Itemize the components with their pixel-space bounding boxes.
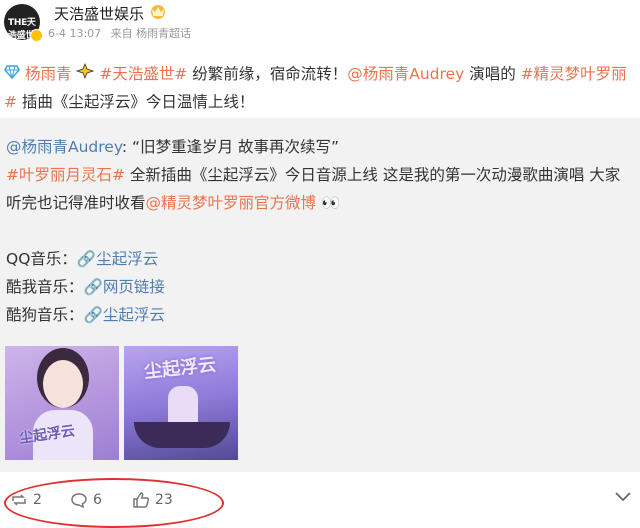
link-icon: 🔗 [83, 278, 103, 296]
link-icon: 🔗 [83, 306, 103, 324]
post-text-1: 纷繁前缘，宿命流转！ [187, 65, 348, 83]
mention-official[interactable]: @精灵梦叶罗丽官方微博 [146, 194, 317, 212]
qq-music-label: QQ音乐： [6, 250, 77, 268]
highlight-annotation [4, 478, 224, 528]
kugou-music-label: 酷狗音乐： [6, 306, 84, 324]
post-meta: 6-4 13:07 来自 杨雨青超话 [48, 25, 191, 41]
verified-badge-icon [30, 29, 43, 42]
sparkle-icon [76, 62, 95, 83]
kuwo-music-link[interactable]: 🔗网页链接 [84, 278, 165, 296]
qq-music-link-text: 尘起浮云 [96, 250, 159, 268]
kuwo-music-label: 酷我音乐： [6, 278, 84, 296]
mention-audrey[interactable]: @杨雨青Audrey [347, 65, 464, 83]
account-name[interactable]: 天浩盛世娱乐 [54, 3, 144, 24]
kuwo-music-link-text: 网页链接 [102, 278, 165, 296]
kugou-music-link[interactable]: 🔗尘起浮云 [84, 306, 165, 324]
post-text-2: 演唱的 [464, 65, 521, 83]
repost-mention[interactable]: @杨雨青Audrey [6, 138, 122, 156]
topic-link-tianhao[interactable]: #天浩盛世# [99, 65, 187, 83]
source-prefix: 来自 [110, 27, 133, 40]
repost-quote: : “旧梦重逢岁月 故事再次续写” [121, 138, 340, 156]
qq-music-link[interactable]: 🔗尘起浮云 [77, 250, 158, 268]
thumbnail-caption-2: 尘起浮云 [143, 354, 218, 383]
post-body: 杨雨青 #天浩盛世# 纷繁前缘，宿命流转！@杨雨青Audrey 演唱的 #精灵梦… [4, 60, 636, 116]
post-text-3: 插曲《尘起浮云》今日温情上线！ [17, 93, 255, 111]
chevron-down-icon[interactable] [614, 490, 632, 502]
crown-icon [151, 5, 165, 19]
post-time[interactable]: 6-4 13:07 [48, 27, 101, 40]
image-thumbnail-1[interactable]: 尘起浮云 [5, 346, 119, 460]
diamond-icon [4, 65, 20, 83]
kugou-music-link-text: 尘起浮云 [102, 306, 165, 324]
repost-body: @杨雨青Audrey: “旧梦重逢岁月 故事再次续写” #叶罗丽月灵石# 全新插… [6, 133, 634, 329]
topic-link-yang[interactable]: 杨雨青 [25, 65, 72, 83]
eyes-emoji: 👀 [320, 194, 341, 212]
topic-link-yueling[interactable]: #叶罗丽月灵石# [6, 166, 125, 184]
post-source[interactable]: 杨雨青超话 [136, 27, 191, 40]
portrait-figure [43, 360, 83, 408]
link-icon: 🔗 [76, 250, 97, 268]
boat-shape [134, 422, 230, 448]
image-thumbnail-2[interactable]: 尘起浮云 [124, 346, 238, 460]
